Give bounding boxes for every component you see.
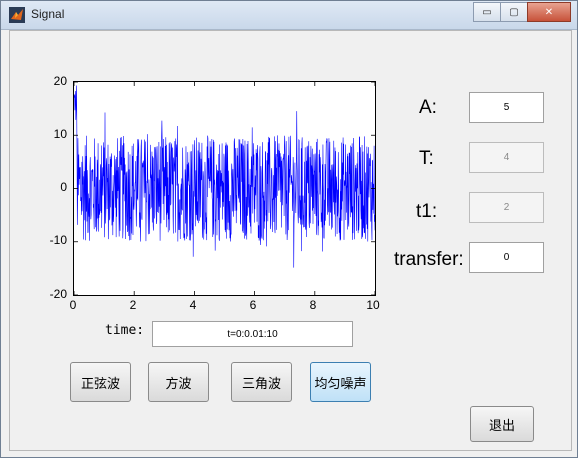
- signal-plot: [73, 81, 376, 296]
- time-label: time:: [105, 323, 145, 338]
- triangle-wave-label: 三角波: [241, 376, 281, 392]
- triangle-wave-button[interactable]: 三角波: [231, 362, 292, 402]
- x-tick-label: 8: [309, 298, 317, 312]
- a-label: A:: [419, 97, 437, 118]
- matlab-icon: [9, 7, 25, 23]
- minimize-button[interactable]: ▭: [473, 2, 501, 22]
- y-tick-label: 0: [60, 180, 67, 194]
- transfer-label: transfer:: [394, 249, 464, 270]
- transfer-input[interactable]: 0: [469, 242, 544, 273]
- exit-button[interactable]: 退出: [470, 406, 534, 442]
- series-line: [73, 85, 376, 268]
- square-wave-label: 方波: [165, 376, 192, 392]
- minimize-icon: ▭: [482, 6, 492, 18]
- square-wave-button[interactable]: 方波: [148, 362, 209, 402]
- uniform-noise-button[interactable]: 均匀噪声: [310, 362, 371, 402]
- sine-wave-label: 正弦波: [80, 376, 120, 392]
- title-bar[interactable]: Signal ▭ ▢ ✕: [1, 1, 577, 30]
- close-icon: ✕: [544, 6, 554, 18]
- sine-wave-button[interactable]: 正弦波: [70, 362, 131, 402]
- t-value: 4: [503, 152, 510, 163]
- time-input[interactable]: t=0:0.01:10: [152, 321, 353, 347]
- a-input[interactable]: 5: [469, 92, 544, 123]
- plot-axes[interactable]: [73, 81, 376, 296]
- maximize-icon: ▢: [509, 6, 519, 18]
- maximize-button[interactable]: ▢: [500, 2, 528, 22]
- y-tick-label: 20: [53, 74, 67, 88]
- time-value: t=0:0.01:10: [227, 328, 278, 340]
- x-tick-label: 10: [366, 298, 380, 312]
- t1-input[interactable]: 2: [469, 192, 544, 223]
- x-tick-label: 6: [249, 298, 257, 312]
- t1-value: 2: [503, 202, 510, 213]
- exit-label: 退出: [488, 418, 515, 434]
- x-tick-label: 2: [129, 298, 137, 312]
- y-tick-label: -10: [49, 233, 67, 247]
- a-value: 5: [503, 102, 510, 113]
- t-input[interactable]: 4: [469, 142, 544, 173]
- transfer-value: 0: [503, 252, 510, 263]
- window-title: Signal: [31, 7, 65, 21]
- close-button[interactable]: ✕: [527, 2, 571, 22]
- x-tick-label: 0: [69, 298, 77, 312]
- t-label: T:: [419, 148, 434, 169]
- app-window: Signal ▭ ▢ ✕ 20 10 0 -10 -20 0 2 4 6 8 1…: [0, 0, 578, 458]
- uniform-noise-label: 均匀噪声: [314, 376, 367, 392]
- t1-label: t1:: [416, 201, 438, 222]
- x-tick-label: 4: [189, 298, 197, 312]
- y-tick-label: 10: [53, 127, 67, 141]
